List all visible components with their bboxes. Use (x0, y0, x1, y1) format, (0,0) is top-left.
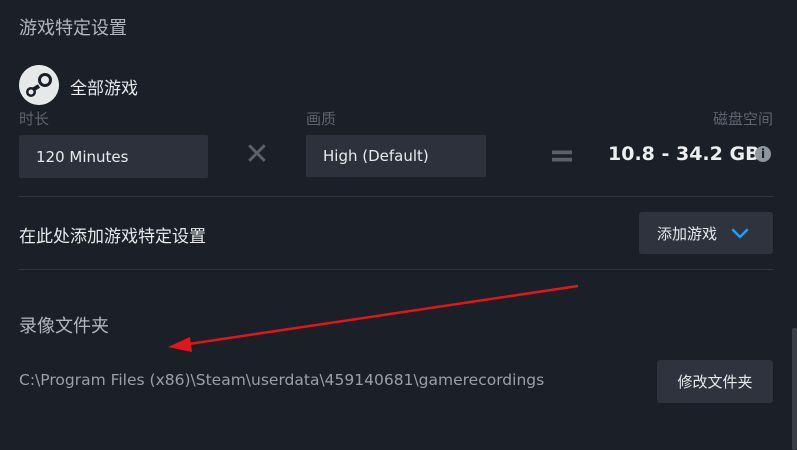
red-arrow-annotation (168, 284, 579, 352)
